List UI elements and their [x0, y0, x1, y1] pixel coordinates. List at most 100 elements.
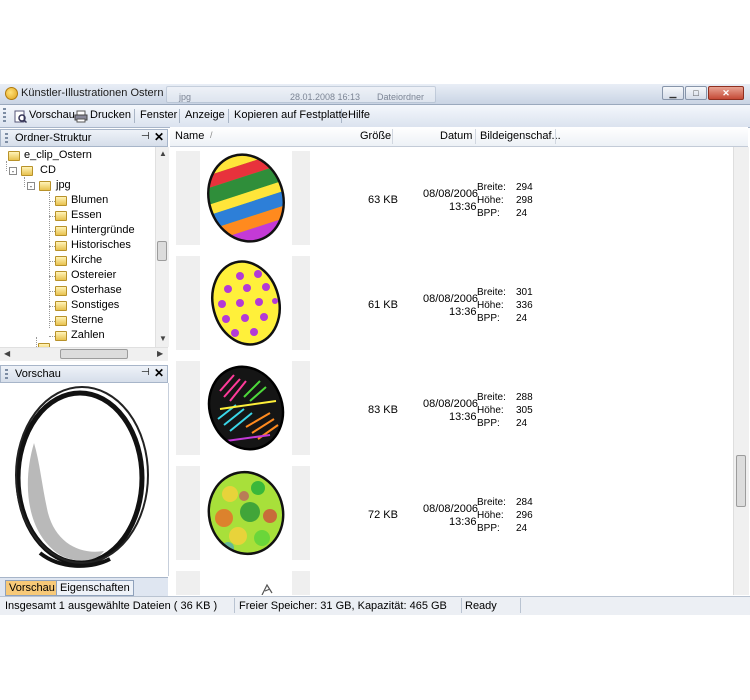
bpp-label: BPP: [477, 208, 500, 219]
tree-node-cd[interactable]: - CD [0, 164, 150, 178]
width-value: 301 [516, 287, 533, 298]
toolbar-print-button[interactable]: Drucken [90, 109, 131, 121]
pin-icon[interactable]: ⊣ [141, 131, 150, 142]
tree-node-essen[interactable]: Essen [0, 209, 150, 223]
file-list: 63 KB 08/08/2006 13:36 Breite: 294 Höhe:… [170, 147, 733, 595]
window-titlebar[interactable]: Künstler-Illustrationen Ostern jpg 28.01… [0, 84, 750, 105]
printer-icon [74, 110, 88, 123]
status-bar: Insgesamt 1 ausgewählte Dateien ( 36 KB … [0, 596, 750, 615]
tree-horizontal-scrollbar[interactable]: ◀ ▶ [0, 347, 168, 361]
tree-scroll-thumb[interactable] [157, 241, 167, 261]
file-date: 08/08/2006 [423, 398, 479, 410]
tree-node-label: Sonstiges [71, 299, 120, 311]
folder-icon [55, 256, 67, 266]
file-list-scroll-thumb[interactable] [736, 455, 746, 507]
panel-grip[interactable] [5, 133, 8, 144]
width-value: 284 [516, 497, 533, 508]
toolbar-separator [179, 109, 180, 123]
folder-panel-close-icon[interactable]: ✕ [154, 130, 164, 144]
scroll-up-arrow-icon[interactable]: ▲ [159, 149, 167, 158]
close-button[interactable]: ✕ [708, 86, 744, 100]
panel-grip[interactable] [5, 369, 8, 380]
folder-icon [39, 181, 51, 191]
tab-properties[interactable]: Eigenschaften [56, 580, 134, 596]
tree-node-root[interactable]: e_clip_Ostern [0, 149, 150, 163]
window-title: Künstler-Illustrationen Ostern [21, 87, 164, 99]
tree-node-osterhase[interactable]: Osterhase [0, 284, 150, 298]
tree-node-blumen[interactable]: Blumen [0, 194, 150, 208]
app-icon [5, 87, 18, 100]
ghost-text-folder: jpg [179, 92, 192, 102]
tree-node-jpg[interactable]: - jpg [0, 179, 150, 193]
file-size: 61 KB [368, 299, 398, 311]
preview-panel-title: Vorschau [15, 368, 61, 380]
file-list-vertical-scrollbar[interactable] [733, 147, 749, 595]
pin-icon[interactable]: ⊣ [141, 367, 150, 378]
height-label: Höhe: [477, 195, 504, 206]
maximize-button[interactable]: □ [685, 86, 707, 100]
thumbnail [176, 151, 310, 245]
tree-scroll-thumb-h[interactable] [60, 349, 128, 359]
tree-node-label: Sterne [71, 314, 104, 326]
column-size[interactable]: Größe [360, 130, 391, 142]
tree-node-label: Zahlen [71, 329, 105, 341]
tree-node-hintergruende[interactable]: Hintergründe [0, 224, 150, 238]
toolbar-preview-button[interactable]: Vorschau [29, 109, 75, 121]
file-time: 13:36 [449, 516, 477, 528]
collapse-toggle[interactable]: - [27, 182, 35, 191]
toolbar-grip[interactable] [3, 108, 6, 124]
bpp-value: 24 [516, 208, 528, 219]
column-date[interactable]: Datum [440, 130, 472, 142]
tree-node-zahlen[interactable]: Zahlen [0, 329, 150, 343]
list-item[interactable]: 61 KB 08/08/2006 13:36 Breite: 301 Höhe:… [170, 252, 733, 356]
width-value: 294 [516, 182, 533, 193]
file-size: 63 KB [368, 194, 398, 206]
width-label: Breite: [477, 182, 506, 193]
selection-status: Insgesamt 1 ausgewählte Dateien ( 36 KB … [5, 600, 218, 612]
folder-icon [55, 271, 67, 281]
dark-patterned-easter-egg-image [207, 365, 285, 451]
file-date: 08/08/2006 [423, 188, 479, 200]
collapse-toggle[interactable]: - [9, 167, 17, 176]
tree-node-ostereier[interactable]: Ostereier [0, 269, 150, 283]
ready-status: Ready [465, 600, 497, 612]
preview-panel-close-icon[interactable]: ✕ [154, 366, 164, 380]
list-item[interactable]: 63 KB 08/08/2006 13:36 Breite: 294 Höhe:… [170, 147, 733, 251]
ghost-text-date: 28.01.2008 16:13 [290, 92, 361, 102]
folder-icon [55, 331, 67, 341]
folder-icon [55, 196, 67, 206]
background-window-ghost: jpg 28.01.2008 16:13 Dateiordner [166, 86, 436, 103]
list-item[interactable]: 83 KB 08/08/2006 13:36 Breite: 288 Höhe:… [170, 357, 733, 461]
list-item[interactable] [170, 567, 733, 595]
tab-preview[interactable]: Vorschau [5, 580, 59, 596]
width-label: Breite: [477, 497, 506, 508]
tree-node-sterne[interactable]: Sterne [0, 314, 150, 328]
tree-vertical-scrollbar[interactable]: ▲ ▼ [155, 147, 169, 347]
scroll-down-arrow-icon[interactable]: ▼ [159, 334, 167, 343]
toolbar-view-menu[interactable]: Anzeige [185, 109, 225, 121]
tree-node-sonstiges[interactable]: Sonstiges [0, 299, 150, 313]
column-name[interactable]: Name [175, 130, 204, 142]
file-size: 72 KB [368, 509, 398, 521]
striped-easter-egg-image [200, 151, 292, 245]
tree-node-label: Kirche [71, 254, 103, 266]
toolbar-help-menu[interactable]: Hilfe [348, 109, 370, 121]
scroll-right-arrow-icon[interactable]: ▶ [157, 349, 163, 358]
minimize-button[interactable]: ▁ [662, 86, 684, 100]
folder-icon [55, 226, 67, 236]
toolbar-window-menu[interactable]: Fenster [140, 109, 177, 121]
tree-node-historisches[interactable]: Historisches [0, 239, 150, 253]
folder-tree: e_clip_Ostern - CD - jpg Blumen Essen Hi… [0, 147, 156, 347]
toolbar-copy-to-disk-button[interactable]: Kopieren auf Festplatte [234, 109, 348, 121]
tree-node-kirche[interactable]: Kirche [0, 254, 150, 268]
file-size: 83 KB [368, 404, 398, 416]
scroll-left-arrow-icon[interactable]: ◀ [4, 349, 10, 358]
folder-icon [55, 286, 67, 296]
folder-panel-title: Ordner-Struktur [15, 132, 92, 144]
file-date: 08/08/2006 [423, 293, 479, 305]
tree-node-label: Osterhase [71, 284, 122, 296]
tree-node-label: CD [40, 164, 56, 176]
list-item[interactable]: 72 KB 08/08/2006 13:36 Breite: 284 Höhe:… [170, 462, 733, 566]
column-image-properties[interactable]: Bildeigenschaf... [480, 130, 561, 142]
dotted-easter-egg-image [211, 260, 281, 346]
